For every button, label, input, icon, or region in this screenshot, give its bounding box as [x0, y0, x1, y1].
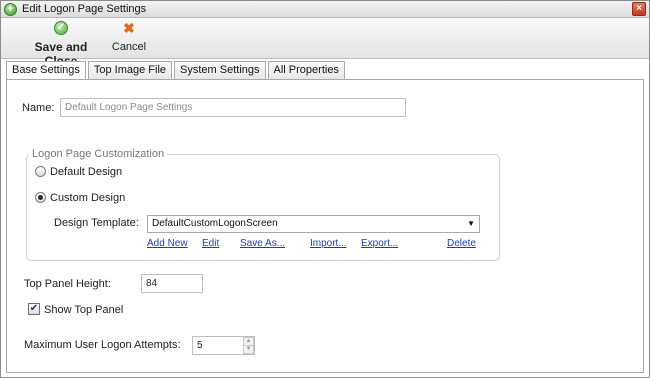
dialog-window: + Edit Logon Page Settings × ✓ Save and …	[0, 0, 650, 378]
cancel-label: Cancel	[111, 41, 147, 53]
add-new-link[interactable]: Add New	[147, 238, 188, 249]
toolbar: ✓ Save and Close ✖ Cancel	[1, 18, 649, 68]
title-bar: + Edit Logon Page Settings ×	[1, 1, 649, 18]
custom-design-label: Custom Design	[50, 192, 126, 204]
customization-legend: Logon Page Customization	[32, 148, 165, 160]
default-design-radio[interactable]	[35, 166, 46, 177]
close-button[interactable]: ×	[632, 2, 646, 16]
top-panel-height-label: Top Panel Height:	[24, 278, 111, 290]
name-input[interactable]: Default Logon Page Settings	[60, 98, 406, 117]
window-title: Edit Logon Page Settings	[22, 3, 147, 15]
plus-circle-icon: +	[4, 3, 17, 16]
save-as-link[interactable]: Save As...	[240, 238, 285, 249]
tab-all-properties[interactable]: All Properties	[267, 61, 345, 80]
tab-base-settings[interactable]: Base Settings	[6, 61, 86, 81]
design-template-label: Design Template:	[54, 217, 139, 229]
top-panel-height-input[interactable]: 84	[141, 274, 203, 293]
max-logon-attempts-label: Maximum User Logon Attempts:	[24, 339, 181, 351]
import-link[interactable]: Import...	[310, 238, 347, 249]
tab-system-settings[interactable]: System Settings	[174, 61, 266, 80]
name-label: Name:	[22, 102, 55, 114]
tab-content-panel: Name: Default Logon Page Settings Logon …	[6, 79, 644, 373]
tab-top-image-file[interactable]: Top Image File	[87, 61, 173, 80]
design-template-value: DefaultCustomLogonScreen	[152, 218, 278, 229]
check-circle-icon: ✓	[54, 21, 68, 35]
export-link[interactable]: Export...	[361, 238, 398, 249]
edit-link[interactable]: Edit	[202, 238, 219, 249]
design-template-select[interactable]: DefaultCustomLogonScreen ▼	[147, 215, 480, 233]
show-top-panel-label: Show Top Panel	[44, 304, 124, 316]
x-icon: ✖	[123, 20, 135, 36]
default-design-label: Default Design	[50, 166, 123, 178]
show-top-panel-checkbox[interactable]: ✔	[28, 303, 40, 315]
custom-design-radio[interactable]	[35, 192, 46, 203]
spin-down-arrow-icon[interactable]: ▼	[243, 345, 254, 354]
chevron-down-icon: ▼	[467, 219, 475, 228]
delete-link[interactable]: Delete	[447, 238, 476, 249]
cancel-button[interactable]: ✖ Cancel	[111, 21, 147, 53]
tab-bar: Base Settings Top Image File System Sett…	[6, 61, 347, 81]
